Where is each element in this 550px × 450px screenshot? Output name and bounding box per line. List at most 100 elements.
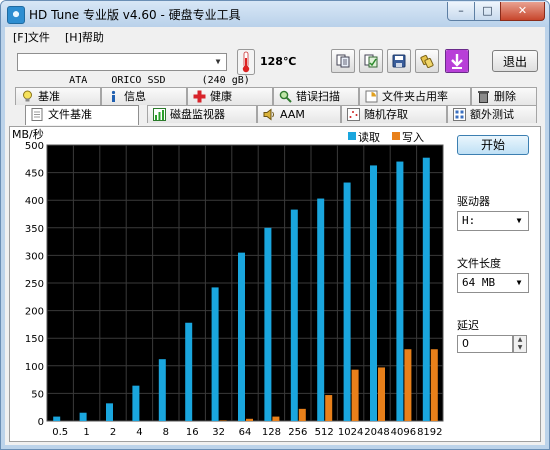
start-button[interactable]: 开始 — [457, 135, 529, 155]
legend-write-swatch — [392, 132, 400, 140]
x-tick-label: 32 — [212, 427, 225, 438]
y-tick-label: 150 — [25, 334, 44, 345]
spin-down-icon[interactable]: ▼ — [514, 344, 526, 352]
bar-write — [378, 367, 385, 421]
x-tick-label: 8192 — [417, 427, 442, 438]
x-tick-label: 4096 — [391, 427, 416, 438]
y-tick-label: 450 — [25, 169, 44, 180]
bar-write — [272, 416, 280, 421]
speaker-icon — [263, 108, 274, 121]
temperature-readout: 128℃ — [260, 55, 297, 68]
tab-random-access[interactable]: 随机存取 — [341, 105, 447, 123]
legend-read-swatch — [348, 132, 356, 140]
download-icon — [446, 50, 468, 72]
tab-health[interactable]: 健康 — [187, 87, 273, 105]
delay-input[interactable]: 0 — [457, 335, 513, 353]
bar-read — [132, 385, 140, 421]
trash-icon — [478, 91, 489, 103]
tab-disk-monitor[interactable]: 磁盘监视器 — [147, 105, 257, 123]
tab-extra-tests-label: 额外测试 — [470, 108, 514, 121]
client-area: [F]文件 [H]帮助 ATA ORICO SSD (240 gB) ▼ 128… — [5, 27, 545, 445]
save-button[interactable] — [387, 49, 411, 73]
tab-aam[interactable]: AAM — [257, 105, 341, 123]
toolbar: ATA ORICO SSD (240 gB) ▼ 128℃ 退出 — [5, 47, 545, 86]
bar-read — [238, 252, 245, 421]
delay-label: 延迟 — [457, 319, 479, 332]
tab-folder-usage-label: 文件夹占用率 — [382, 90, 448, 103]
magnifier-icon — [279, 90, 292, 103]
bar-read — [158, 359, 166, 421]
legend-read-label: 读取 — [358, 131, 380, 144]
tab-random-access-label: 随机存取 — [364, 108, 408, 121]
bar-read — [290, 209, 298, 421]
bar-read — [370, 165, 377, 421]
tab-benchmark[interactable]: 基准 — [15, 87, 101, 105]
legend-write-label: 写入 — [402, 131, 424, 144]
tab-erase[interactable]: 删除 — [471, 87, 537, 105]
app-window: HD Tune 专业版 v4.60 - 硬盘专业工具 – □ ✕ [F]文件 [… — [0, 0, 550, 450]
bar-read — [396, 161, 404, 421]
menu-help[interactable]: [H]帮助 — [65, 29, 104, 45]
y-tick-label: 250 — [25, 279, 44, 290]
bar-write — [325, 395, 333, 421]
exit-button[interactable]: 退出 — [492, 50, 538, 72]
y-tick-label: 300 — [25, 251, 44, 262]
chevron-down-icon: ▼ — [215, 57, 221, 66]
disk-monitor-icon — [153, 108, 166, 121]
random-access-icon — [347, 108, 360, 121]
maximize-button[interactable]: □ — [474, 2, 501, 21]
delay-spinner[interactable]: ▲ ▼ — [513, 335, 527, 353]
x-tick-label: 64 — [239, 427, 252, 438]
copy-button[interactable] — [331, 49, 355, 73]
tab-aam-label: AAM — [280, 108, 305, 121]
copy-all-button[interactable] — [359, 49, 383, 73]
drive-combo[interactable]: H: ▼ — [457, 211, 529, 231]
save-icon — [392, 54, 406, 68]
tab-error-scan-label: 错误扫描 — [296, 90, 340, 103]
file-benchmark-icon — [31, 108, 43, 121]
x-tick-label: 1 — [83, 427, 89, 438]
tab-file-benchmark-label: 文件基准 — [48, 108, 92, 121]
menu-file[interactable]: [F]文件 — [13, 29, 50, 45]
tab-info[interactable]: 信息 — [101, 87, 187, 105]
options-button[interactable] — [415, 49, 439, 73]
x-tick-label: 512 — [315, 427, 334, 438]
app-icon — [7, 6, 25, 24]
tab-file-benchmark[interactable]: 文件基准 — [25, 105, 139, 125]
copy-icon — [336, 54, 350, 68]
delay-value: 0 — [462, 337, 469, 350]
x-tick-label: 0.5 — [52, 427, 68, 438]
y-tick-label: 400 — [25, 196, 44, 207]
file-length-value: 64 MB — [462, 276, 496, 289]
tab-extra-tests[interactable]: 额外测试 — [447, 105, 537, 123]
tab-disk-monitor-label: 磁盘监视器 — [170, 108, 225, 121]
tab-benchmark-label: 基准 — [38, 90, 60, 103]
download-button[interactable] — [445, 49, 469, 73]
drive-label: 驱动器 — [457, 195, 490, 208]
benchmark-chart: MB/秒 0 50 100 150 200 250 300 350 400 450 500 0.5 1 2 4… — [12, 127, 444, 438]
tab-folder-usage[interactable]: 文件夹占用率 — [359, 87, 471, 105]
folder-usage-icon — [365, 90, 378, 103]
options-icon — [420, 54, 434, 68]
bar-write — [298, 408, 306, 421]
y-tick-label: 200 — [25, 307, 44, 318]
drive-select[interactable]: ATA ORICO SSD (240 gB) ▼ — [17, 53, 250, 86]
x-tick-label: 16 — [186, 427, 199, 438]
title-bar[interactable]: HD Tune 专业版 v4.60 - 硬盘专业工具 – □ ✕ — [1, 1, 549, 27]
copy-all-icon — [364, 54, 378, 68]
file-length-combo[interactable]: 64 MB ▼ — [457, 273, 529, 293]
bar-write — [219, 420, 227, 421]
spin-up-icon[interactable]: ▲ — [514, 336, 526, 344]
bar-write — [404, 349, 412, 421]
x-tick-label: 4 — [136, 427, 142, 438]
file-benchmark-panel: MB/秒 0 50 100 150 200 250 300 350 400 450 500 0.5 1 2 4… — [9, 126, 541, 442]
tab-error-scan[interactable]: 错误扫描 — [273, 87, 359, 105]
x-tick-label: 8 — [163, 427, 169, 438]
bar-read — [106, 403, 113, 421]
bar-write — [351, 369, 359, 421]
minimize-button[interactable]: – — [447, 2, 475, 21]
bar-read — [53, 416, 61, 421]
close-button[interactable]: ✕ — [500, 2, 545, 21]
bar-read — [185, 322, 193, 421]
tab-health-label: 健康 — [210, 90, 232, 103]
